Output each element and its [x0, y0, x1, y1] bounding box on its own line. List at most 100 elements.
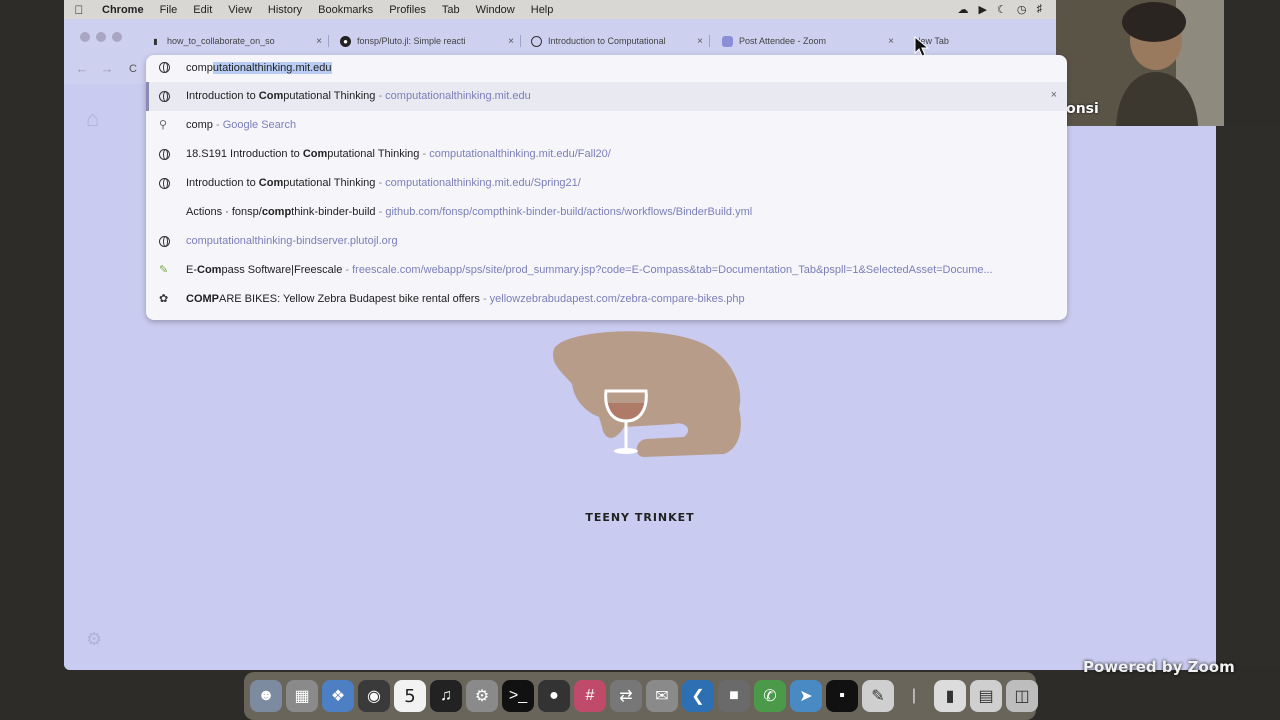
document-icon[interactable]: ▮ [934, 680, 966, 712]
suggestion-row[interactable]: computationalthinking-bindserver.plutojl… [146, 227, 1067, 256]
zoom-window-button[interactable] [112, 32, 122, 42]
suggestion-text: E-Compass Software|Freescale - freescale… [186, 264, 993, 276]
apple-icon[interactable]:  [64, 3, 94, 17]
tab-pluto-notebook[interactable]: ▮ how_to_collaborate_on_so × [150, 30, 324, 52]
play-circle-icon[interactable]: ▶ [979, 3, 987, 16]
mac-menu-bar:  Chrome File Edit View History Bookmark… [64, 0, 1056, 19]
forward-button[interactable]: → [97, 61, 117, 76]
menu-view[interactable]: View [220, 4, 260, 16]
globe-icon [159, 62, 170, 73]
migration-icon[interactable]: ⇄ [610, 680, 642, 712]
close-window-button[interactable] [80, 32, 90, 42]
terminal-icon[interactable]: >_ [502, 680, 534, 712]
suggestion-text: Introduction to Computational Thinking -… [186, 177, 581, 189]
whatsapp-icon[interactable]: ✆ [754, 680, 786, 712]
trash-icon[interactable]: ◫ [1006, 680, 1038, 712]
suggestion-match: comp [261, 206, 292, 218]
globe-icon [159, 236, 170, 247]
suggestion-post: putational Thinking [327, 148, 420, 160]
tab-title: fonsp/Pluto.jl: Simple reacti [357, 36, 466, 46]
tab-strip: ▮ how_to_collaborate_on_so × ● fonsp/Plu… [64, 19, 1216, 56]
pluto-icon: ▮ [153, 36, 158, 46]
system-preferences-icon[interactable]: ⚙ [466, 680, 498, 712]
menu-bookmarks[interactable]: Bookmarks [310, 4, 381, 16]
menu-tab[interactable]: Tab [434, 4, 468, 16]
suggestion-text: 18.S191 Introduction to Computational Th… [186, 148, 611, 160]
tab-github-pluto[interactable]: ● fonsp/Pluto.jl: Simple reacti × [340, 30, 516, 52]
suggestion-pre: 18.S191 Introduction to [186, 148, 303, 160]
menu-edit[interactable]: Edit [185, 4, 220, 16]
suggestion-row[interactable]: ✿ COMPARE BIKES: Yellow Zebra Budapest b… [146, 285, 1067, 314]
address-input[interactable]: computationalthinking.mit.edu [186, 62, 332, 74]
menu-app-name[interactable]: Chrome [94, 4, 152, 16]
bike-icon: ✿ [159, 293, 169, 305]
downloads-icon[interactable]: ▤ [970, 680, 1002, 712]
suggestion-url: yellowzebrabudapest.com/zebra-compare-bi… [489, 293, 745, 305]
cat-artwork [553, 331, 741, 457]
tab-separator [520, 35, 521, 47]
suggestion-text: computationalthinking-bindserver.plutojl… [186, 235, 398, 247]
suggestion-row[interactable]: Introduction to Computational Thinking -… [146, 169, 1067, 198]
home-icon[interactable]: ⌂ [86, 106, 99, 132]
tab-computational-thinking[interactable]: Introduction to Computational × [531, 30, 705, 52]
suggestion-text: comp - Google Search [186, 119, 296, 131]
slack-icon[interactable]: # [574, 680, 606, 712]
artwork-title: TEENY TRINKET [585, 511, 695, 524]
calendar-icon[interactable]: 5 [394, 680, 426, 712]
globe-icon [159, 178, 170, 189]
bluetooth-icon[interactable]: ♯ [1037, 3, 1043, 16]
menu-tray: ☁ ▶ ☾ ◷ ♯ [958, 3, 1056, 16]
github-icon: ● [340, 35, 351, 47]
close-icon[interactable]: × [888, 36, 894, 47]
zoom-app-icon[interactable]: ■ [718, 680, 750, 712]
clock-icon[interactable]: ◷ [1017, 3, 1027, 16]
suggestion-match: Com [258, 90, 284, 102]
reload-button[interactable]: C [123, 63, 143, 75]
back-button[interactable]: ← [72, 61, 92, 76]
tab-zoom[interactable]: Post Attendee - Zoom × [722, 30, 896, 52]
cloud-icon[interactable]: ☁ [958, 3, 969, 16]
suggestion-row[interactable]: ⚲ comp - Google Search [146, 111, 1067, 140]
menu-history[interactable]: History [260, 4, 310, 16]
suggestion-text: Actions · fonsp/compthink-binder-build -… [186, 206, 752, 218]
notes-icon[interactable]: ✎ [862, 680, 894, 712]
globe-icon [159, 149, 170, 160]
menu-file[interactable]: File [152, 4, 186, 16]
menu-window[interactable]: Window [468, 4, 523, 16]
tab-title: how_to_collaborate_on_so [167, 36, 275, 46]
moon-icon[interactable]: ☾ [997, 3, 1007, 16]
suggestion-separator: - [375, 206, 386, 218]
tab-separator [709, 35, 710, 47]
menu-help[interactable]: Help [523, 4, 562, 16]
address-bar[interactable]: computationalthinking.mit.edu [146, 55, 1067, 82]
suggestion-row[interactable]: ✎ E-Compass Software|Freescale - freesca… [146, 256, 1067, 285]
chrome-icon[interactable]: ◉ [358, 680, 390, 712]
safari-icon[interactable]: ❖ [322, 680, 354, 712]
minimize-window-button[interactable] [96, 32, 106, 42]
mail-icon[interactable]: ✉ [646, 680, 678, 712]
music-icon[interactable]: ♫ [430, 680, 462, 712]
finder-icon[interactable]: ☻ [250, 680, 282, 712]
vscode-icon[interactable]: ❮ [682, 680, 714, 712]
suggestion-pre: Introduction to [186, 90, 259, 102]
suggestion-row[interactable]: Actions · fonsp/compthink-binder-build -… [146, 198, 1067, 227]
close-icon[interactable]: × [316, 36, 322, 47]
menu-profiles[interactable]: Profiles [381, 4, 434, 16]
telegram-icon[interactable]: ➤ [790, 680, 822, 712]
launchpad-icon[interactable]: ▦ [286, 680, 318, 712]
dock-divider: | [911, 687, 917, 704]
close-icon[interactable]: × [508, 36, 514, 47]
customize-icon[interactable]: ⚙ [86, 629, 102, 650]
suggestion-row[interactable]: Introduction to Computational Thinking -… [146, 82, 1067, 111]
suggestion-url: Google Search [222, 119, 297, 131]
github-desktop-icon[interactable]: ● [538, 680, 570, 712]
app-icon[interactable]: ▪ [826, 680, 858, 712]
suggestion-row[interactable]: 18.S191 Introduction to Computational Th… [146, 140, 1067, 169]
suggestion-separator: - [375, 90, 386, 102]
suggestion-post: comp [186, 119, 213, 131]
suggestion-post: pass Software|Freescale [221, 264, 343, 276]
tab-title: Introduction to Computational [548, 36, 666, 46]
remove-suggestion-icon[interactable]: × [1051, 89, 1057, 101]
close-icon[interactable]: × [697, 36, 703, 47]
omnibox-dropdown: computationalthinking.mit.edu Introducti… [146, 55, 1067, 320]
